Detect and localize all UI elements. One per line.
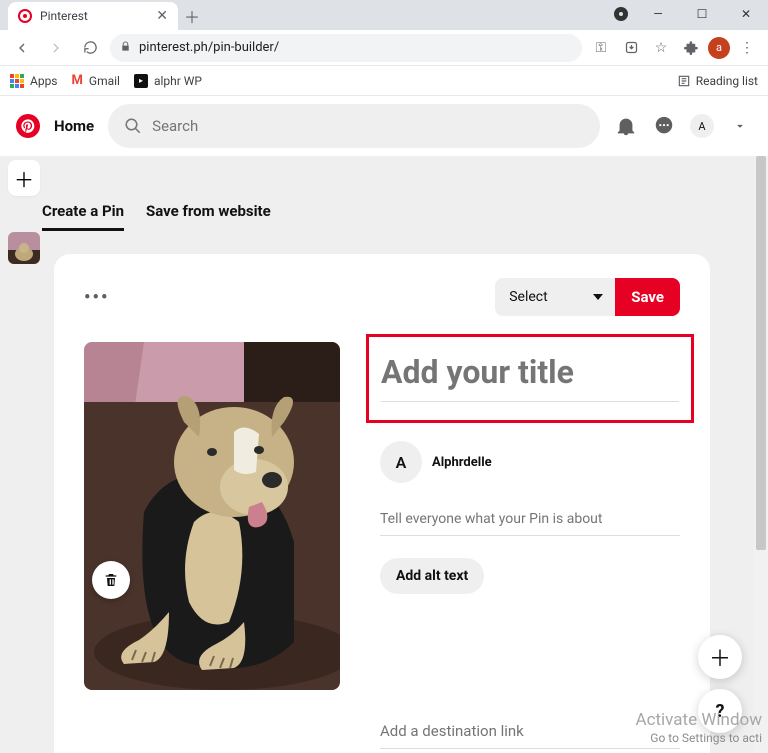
bookmarks-bar: Apps M Gmail ▸ alphr WP Reading list (0, 66, 768, 96)
reading-list-icon (677, 74, 691, 88)
new-tab-button[interactable]: ＋ (178, 2, 206, 30)
destination-link-input[interactable] (380, 714, 680, 749)
media-indicator-icon[interactable] (614, 7, 628, 21)
pin-image[interactable] (84, 342, 340, 690)
reload-button[interactable] (76, 34, 104, 62)
key-icon[interactable]: ⚿ (588, 35, 614, 61)
home-link[interactable]: Home (54, 117, 94, 135)
alphr-label: alphr WP (154, 74, 202, 88)
pin-card: ••• Select Save (54, 254, 710, 753)
close-tab-icon[interactable]: ✕ (156, 8, 168, 24)
pinterest-logo[interactable] (16, 114, 40, 138)
minimize-button[interactable]: ― (636, 0, 680, 28)
card-top-row: ••• Select Save (84, 278, 680, 316)
back-button[interactable] (8, 34, 36, 62)
image-column (84, 342, 340, 749)
reading-list-label: Reading list (696, 74, 758, 88)
chrome-profile-avatar[interactable]: a (708, 37, 730, 59)
gmail-label: Gmail (89, 74, 120, 88)
apps-shortcut[interactable]: Apps (10, 74, 58, 88)
bookmark-star-icon[interactable]: ☆ (648, 35, 674, 61)
thumbnail-image (8, 232, 40, 264)
tab-create-pin[interactable]: Create a Pin (42, 202, 124, 231)
apps-label: Apps (30, 74, 58, 88)
alphr-bookmark[interactable]: ▸ alphr WP (134, 74, 202, 88)
title-highlight-box (366, 334, 694, 423)
user-name: Alphrdelle (432, 455, 492, 470)
user-avatar-header[interactable]: A (690, 114, 714, 138)
search-input[interactable] (152, 117, 584, 135)
pinterest-favicon (18, 9, 32, 23)
address-bar-actions: ⚿ ☆ a ⋮ (588, 35, 760, 61)
user-row: A Alphrdelle (380, 441, 680, 483)
add-alt-text-button[interactable]: Add alt text (380, 558, 484, 594)
title-input[interactable] (381, 347, 679, 402)
messages-icon[interactable] (652, 114, 676, 138)
fab-add-button[interactable]: ＋ (698, 635, 742, 679)
gmail-icon: M (72, 73, 83, 88)
pin-image-illustration (84, 342, 340, 690)
search-icon (124, 117, 142, 135)
save-button[interactable]: Save (615, 278, 680, 316)
workspace: ＋ Create a Pin Save from website ••• Sel… (0, 156, 768, 753)
url-text: pinterest.ph/pin-builder/ (139, 40, 279, 55)
chevron-down-icon[interactable] (728, 114, 752, 138)
board-select[interactable]: Select (495, 278, 615, 316)
extensions-icon[interactable] (678, 35, 704, 61)
browser-tab[interactable]: Pinterest ✕ (8, 2, 178, 30)
tab-title: Pinterest (40, 9, 148, 23)
builder-tabs: Create a Pin Save from website (42, 202, 271, 231)
add-pin-button[interactable]: ＋ (8, 160, 40, 196)
maximize-button[interactable]: ☐ (680, 0, 724, 28)
draft-thumbnail[interactable] (8, 232, 40, 264)
lock-icon (120, 41, 131, 55)
forward-button[interactable] (42, 34, 70, 62)
install-icon[interactable] (618, 35, 644, 61)
pinterest-header: Home A (0, 96, 768, 156)
omnibox[interactable]: pinterest.ph/pin-builder/ (110, 34, 582, 62)
close-window-button[interactable]: ✕ (724, 0, 768, 28)
search-bar[interactable] (108, 104, 600, 148)
more-options-icon[interactable]: ••• (84, 287, 109, 308)
window-controls: ― ☐ ✕ (636, 0, 768, 28)
form-column: A Alphrdelle Add alt text (380, 342, 680, 749)
tab-save-from-website[interactable]: Save from website (146, 202, 271, 231)
notifications-icon[interactable] (614, 114, 638, 138)
trash-icon (103, 572, 119, 588)
reading-list-button[interactable]: Reading list (677, 74, 758, 88)
address-bar: pinterest.ph/pin-builder/ ⚿ ☆ a ⋮ (0, 30, 768, 66)
apps-grid-icon (10, 74, 24, 88)
chrome-titlebar: Pinterest ✕ ＋ ― ☐ ✕ (0, 0, 768, 30)
scrollbar-thumb[interactable] (756, 156, 766, 550)
alphr-icon: ▸ (134, 74, 148, 88)
fab-help-button[interactable]: ? (698, 689, 742, 733)
delete-image-button[interactable] (92, 561, 130, 599)
user-avatar[interactable]: A (380, 441, 422, 483)
description-input[interactable] (380, 493, 680, 536)
board-save-group: Select Save (495, 278, 680, 316)
gmail-bookmark[interactable]: M Gmail (72, 73, 120, 88)
chrome-menu-icon[interactable]: ⋮ (734, 35, 760, 61)
scrollbar[interactable] (754, 156, 768, 753)
